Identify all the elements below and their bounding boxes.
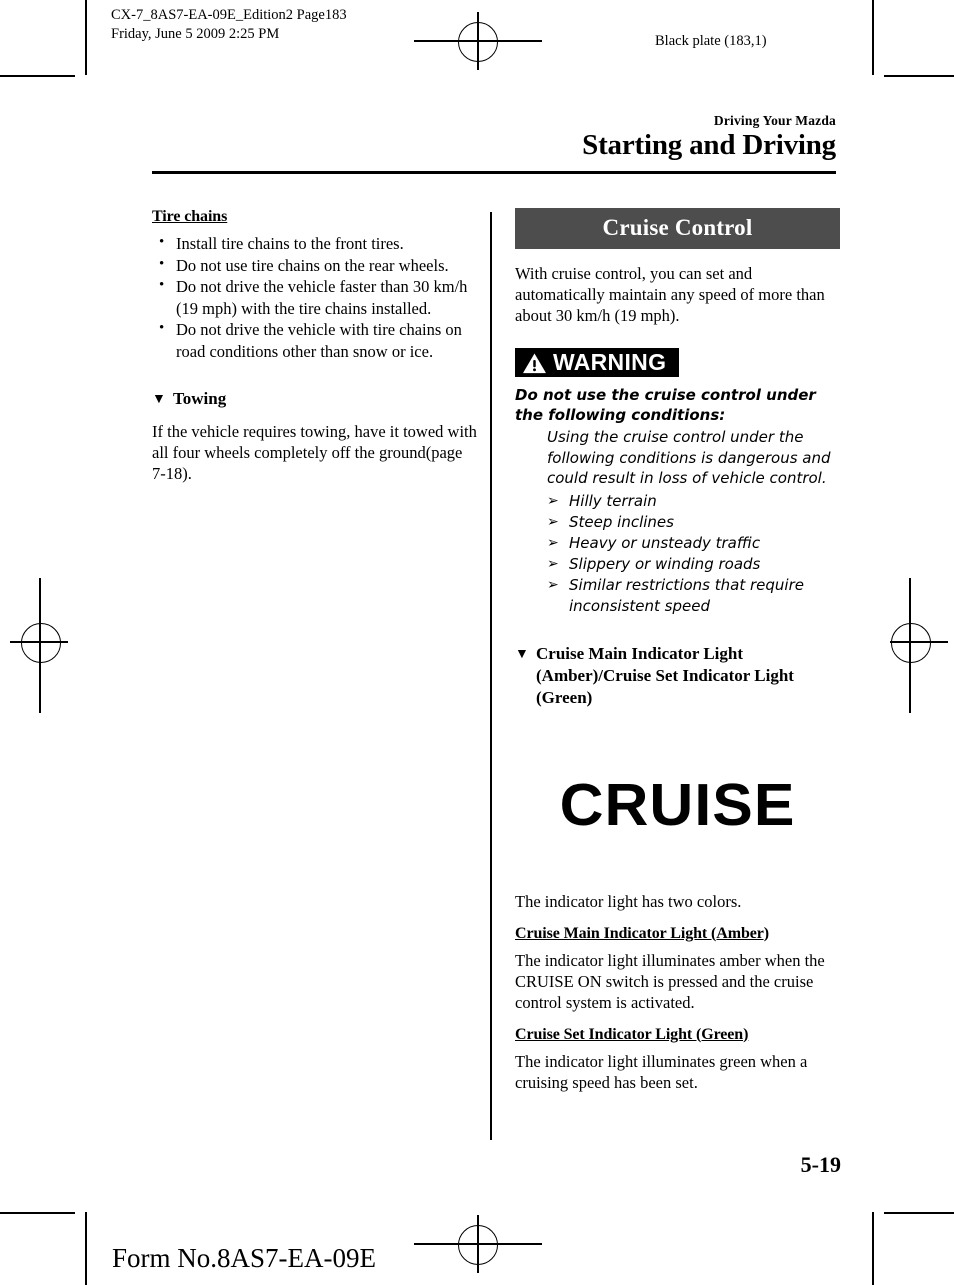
registration-bottom-circle xyxy=(458,1225,498,1265)
crop-mark-bottom-right-horizontal xyxy=(884,1212,954,1214)
list-item: Steep inclines xyxy=(547,512,840,533)
indicator-colors-note: The indicator light has two colors. xyxy=(515,891,742,911)
crop-mark-bottom-left-horizontal xyxy=(0,1212,75,1214)
warning-lead: Do not use the cruise control under the … xyxy=(515,386,816,424)
print-job-info: CX-7_8AS7-EA-09E_Edition2 Page183 Friday… xyxy=(111,7,347,42)
list-item: Heavy or unsteady traffic xyxy=(547,533,840,554)
green-indicator-body: The indicator light illuminates green wh… xyxy=(515,1051,808,1092)
warning-label: WARNING xyxy=(553,349,667,375)
crop-mark-top-right-horizontal xyxy=(884,75,954,77)
black-plate-label: Black plate (183,1) xyxy=(655,33,767,49)
page-number: 5-19 xyxy=(800,1152,841,1177)
list-item: Install tire chains to the front tires. xyxy=(152,232,477,255)
registration-top-circle xyxy=(458,22,498,62)
crop-mark-top-left-vertical xyxy=(85,0,87,75)
amber-indicator-body: The indicator light illuminates amber wh… xyxy=(515,950,825,1012)
tire-chains-list: Install tire chains to the front tires. … xyxy=(152,232,477,362)
warning-triangle-icon xyxy=(523,353,546,373)
list-item: Do not use tire chains on the rear wheel… xyxy=(152,254,477,277)
chapter-kicker: Driving Your Mazda xyxy=(713,113,836,128)
warning-conditions-list: Hilly terrain Steep inclines Heavy or un… xyxy=(547,491,840,617)
green-indicator-heading: Cruise Set Indicator Light (Green) xyxy=(515,1025,749,1043)
towing-body: If the vehicle requires towing, have it … xyxy=(152,422,477,483)
registration-right-circle xyxy=(891,623,931,663)
warning-body: Using the cruise control under the follo… xyxy=(547,428,831,487)
indicator-light-heading: Cruise Main Indicator Light (Amber)/Crui… xyxy=(515,643,840,709)
page-title: Starting and Driving xyxy=(582,129,836,161)
list-item: Do not drive the vehicle faster than 30 … xyxy=(152,275,477,319)
list-item: Hilly terrain xyxy=(547,491,840,512)
form-number: Form No.8AS7-EA-09E xyxy=(112,1243,376,1273)
tire-chains-heading: Tire chains xyxy=(152,208,228,225)
manual-page: CX-7_8AS7-EA-09E_Edition2 Page183 Friday… xyxy=(0,0,954,1285)
crop-mark-top-right-vertical xyxy=(872,0,874,75)
right-column: Cruise Control With cruise control, you … xyxy=(515,208,840,1106)
crop-mark-top-left-horizontal xyxy=(0,75,75,77)
crop-mark-bottom-left-vertical xyxy=(85,1212,87,1285)
header-rule xyxy=(152,171,836,174)
list-item: Similar restrictions that require incons… xyxy=(547,575,840,617)
list-item: Slippery or winding roads xyxy=(547,554,840,575)
cruise-control-intro: With cruise control, you can set and aut… xyxy=(515,264,825,325)
crop-mark-bottom-right-vertical xyxy=(872,1212,874,1285)
warning-badge: WARNING xyxy=(515,348,680,377)
list-item: Do not drive the vehicle with tire chain… xyxy=(152,318,477,362)
left-column: Tire chains Install tire chains to the f… xyxy=(152,208,477,497)
towing-heading: Towing xyxy=(152,388,477,411)
amber-indicator-heading: Cruise Main Indicator Light (Amber) xyxy=(515,924,769,942)
registration-left-circle xyxy=(21,623,61,663)
cruise-indicator-graphic: CRUISE xyxy=(559,771,796,838)
cruise-control-section-title: Cruise Control xyxy=(515,208,840,249)
column-divider xyxy=(490,212,492,1140)
